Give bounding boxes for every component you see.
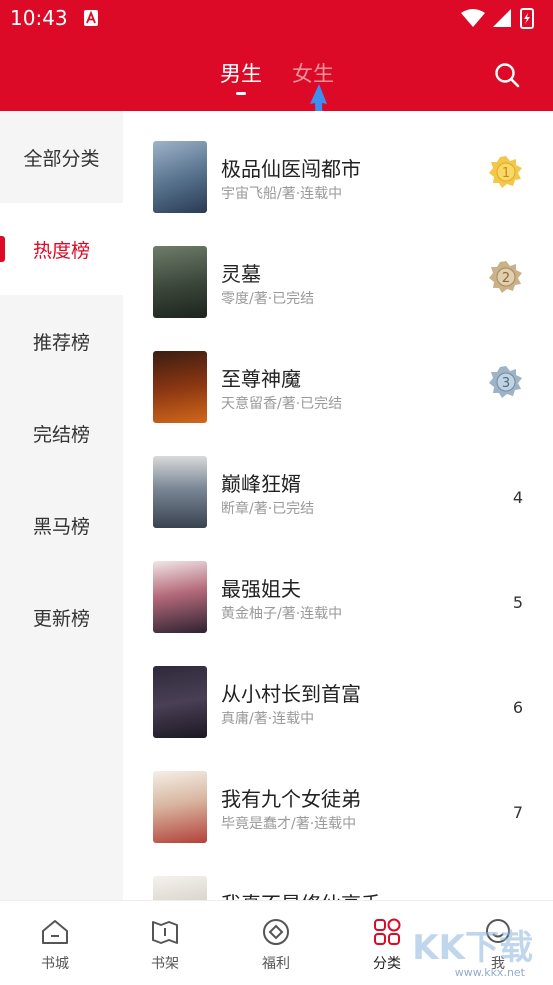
book-cover (153, 771, 207, 843)
book-cover (153, 141, 207, 213)
gender-tabs: 男生 女生 (0, 58, 553, 98)
book-title: 至尊神魔 (221, 367, 301, 391)
category-sidebar: 全部分类 热度榜 推荐榜 完结榜 黑马榜 更新榜 (0, 111, 123, 900)
nav-welfare[interactable]: 福利 (221, 901, 331, 985)
list-item[interactable]: 极品仙医闯都市 宇宙飞船/著·连载中 1 (123, 111, 553, 216)
book-cover (153, 666, 207, 738)
sidebar-item-finished[interactable]: 完结榜 (0, 387, 123, 479)
silver-medal-icon: 3 (489, 365, 523, 399)
book-title: 我有九个女徒弟 (221, 787, 361, 811)
status-time: 10:43 (10, 6, 68, 30)
nav-label: 书架 (151, 956, 179, 972)
nav-bookstore[interactable]: 书城 (0, 901, 110, 985)
book-cover (153, 561, 207, 633)
nav-label: 福利 (262, 956, 290, 972)
nav-label: 书城 (41, 956, 69, 972)
sidebar-item-dark-horse[interactable]: 黑马榜 (0, 479, 123, 571)
book-title: 我真不是修仙高手 (221, 888, 381, 900)
rank-number: 5 (512, 593, 523, 612)
book-title: 从小村长到首富 (221, 682, 361, 706)
book-author-status: 真庸/著·连载中 (221, 711, 315, 727)
list-item[interactable]: 最强姐夫 黄金柚子/著·连载中 5 (123, 531, 553, 636)
rank-number: 7 (512, 803, 523, 822)
rank-number: 4 (512, 488, 523, 507)
list-item[interactable]: 灵墓 零度/著·已完结 2 (123, 216, 553, 321)
book-author-status: 毕竟是蠢才/著·连载中 (221, 816, 357, 832)
tab-active-indicator (236, 92, 246, 95)
list-item[interactable]: 从小村长到首富 真庸/著·连载中 6 (123, 636, 553, 741)
bronze-medal-icon: 2 (489, 260, 523, 294)
book-author-status: 零度/著·已完结 (221, 291, 315, 307)
sidebar-item-label: 推荐榜 (32, 331, 90, 354)
book-ranking-list: 极品仙医闯都市 宇宙飞船/著·连载中 1 灵墓 零度/著·已完结 2 至尊神魔 … (123, 111, 553, 900)
book-author-status: 宇宙飞船/著·连载中 (221, 186, 343, 202)
book-cover (153, 351, 207, 423)
list-item[interactable]: 我真不是修仙高手 8 (123, 846, 553, 900)
book-cover (153, 246, 207, 318)
book-title: 最强姐夫 (221, 577, 301, 601)
sidebar-item-all-categories[interactable]: 全部分类 (0, 111, 123, 203)
grid-icon (372, 917, 402, 947)
book-author-status: 断章/著·已完结 (221, 501, 315, 517)
book-author-status: 黄金柚子/著·连载中 (221, 606, 343, 622)
book-title: 灵墓 (221, 262, 261, 286)
search-icon[interactable] (494, 62, 520, 88)
sidebar-item-label: 全部分类 (23, 147, 100, 170)
book-author-status: 天意留香/著·已完结 (221, 396, 343, 412)
sidebar-item-label: 更新榜 (32, 607, 90, 630)
nav-bookshelf[interactable]: 书架 (110, 901, 220, 985)
book-icon (150, 917, 180, 947)
rank-number: 3 (502, 376, 510, 391)
rank-number: 1 (502, 166, 510, 181)
status-icons (459, 7, 539, 29)
app-notification-icon (84, 10, 98, 26)
signal-icon (493, 9, 511, 27)
list-item[interactable]: 至尊神魔 天意留香/著·已完结 3 (123, 321, 553, 426)
book-title: 巅峰狂婿 (221, 472, 301, 496)
wifi-icon (461, 9, 485, 27)
sidebar-item-label: 热度榜 (32, 239, 90, 262)
watermark-logo: KK下载 (412, 928, 533, 968)
rank-number: 2 (502, 271, 510, 286)
book-cover (153, 876, 207, 900)
list-item[interactable]: 巅峰狂婿 断章/著·已完结 4 (123, 426, 553, 531)
active-indicator (0, 236, 5, 262)
rank-number: 6 (512, 698, 523, 717)
header-bar: 10:43 男生 女生 (0, 0, 553, 111)
book-title: 极品仙医闯都市 (221, 157, 361, 181)
tab-male[interactable]: 男生 (220, 58, 262, 88)
sidebar-item-updated[interactable]: 更新榜 (0, 571, 123, 663)
home-icon (40, 917, 70, 947)
sidebar-item-label: 黑马榜 (32, 515, 90, 538)
book-cover (153, 456, 207, 528)
diamond-icon (261, 917, 291, 947)
gold-medal-icon: 1 (489, 155, 523, 189)
sidebar-item-hot[interactable]: 热度榜 (0, 203, 123, 295)
list-item[interactable]: 我有九个女徒弟 毕竟是蠢才/著·连载中 7 (123, 741, 553, 846)
sidebar-item-label: 完结榜 (32, 423, 90, 446)
sidebar-item-recommend[interactable]: 推荐榜 (0, 295, 123, 387)
watermark-url: www.kkx.net (454, 966, 525, 979)
